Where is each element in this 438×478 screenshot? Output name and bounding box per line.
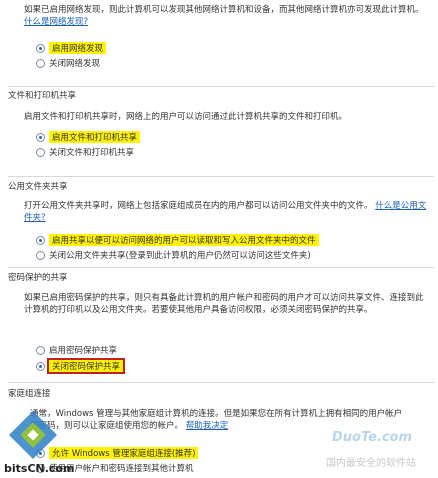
section-title-file-printer: 文件和打印机共享 bbox=[8, 91, 77, 101]
duote-watermark: DuoTe.com 国内最安全的软件站 bbox=[318, 408, 438, 478]
radio-enable-password-sharing[interactable]: 启用密码保护共享 bbox=[36, 344, 117, 356]
homegroup-help-link[interactable]: 帮助我决定 bbox=[186, 421, 229, 431]
bitscn-text: bitsCN.com bbox=[4, 462, 75, 475]
radio-selected-icon bbox=[36, 361, 45, 371]
radio-disable-password-sharing[interactable]: 关闭密码保护共享 bbox=[36, 358, 126, 374]
section-title-homegroup: 家庭组连接 bbox=[8, 389, 51, 399]
bitscn-logo-icon bbox=[8, 410, 58, 460]
radio-selected-icon bbox=[36, 235, 45, 245]
radio-unselected-icon bbox=[36, 250, 45, 260]
radio-selected-icon bbox=[36, 132, 45, 142]
duote-text: DuoTe.com bbox=[332, 430, 413, 445]
file-printer-description: 启用文件和打印机共享时，网络上的用户可以访问通过此计算机共享的文件和打印机。 bbox=[24, 112, 348, 122]
network-discovery-help-link[interactable]: 什么是网络发现? bbox=[24, 17, 88, 27]
network-discovery-description: 如果已启用网络发现，则此计算机可以发现其他网络计算机和设备，而其他网络计算机亦可… bbox=[24, 5, 424, 27]
duote-subtitle: 国内最安全的软件站 bbox=[326, 458, 416, 469]
radio-disable-public-folder[interactable]: 关闭公用文件夹共享(登录到此计算机的用户仍然可以访问这些文件夹) bbox=[36, 249, 311, 261]
radio-unselected-icon bbox=[36, 147, 45, 157]
section-divider bbox=[8, 267, 434, 268]
radio-enable-network-discovery[interactable]: 启用网络发现 bbox=[36, 42, 107, 54]
section-divider bbox=[8, 382, 434, 383]
section-title-password-sharing: 密码保护的共享 bbox=[8, 273, 68, 283]
radio-unselected-icon bbox=[36, 345, 45, 355]
radio-unselected-icon bbox=[36, 58, 45, 68]
password-sharing-description: 如果已启用密码保护的共享，则只有具备此计算机的用户帐户和密码的用户才可以访问共享… bbox=[24, 293, 424, 315]
radio-enable-public-folder[interactable]: 启用共享以便可以访问网络的用户可以读取和写入公用文件夹中的文件 bbox=[36, 234, 319, 246]
radio-selected-icon bbox=[36, 43, 45, 53]
section-divider bbox=[8, 86, 434, 87]
radio-disable-network-discovery[interactable]: 关闭网络发现 bbox=[36, 57, 100, 69]
radio-disable-file-printer[interactable]: 关闭文件和打印机共享 bbox=[36, 146, 134, 158]
section-title-public-folder: 公用文件夹共享 bbox=[8, 182, 68, 192]
public-folder-description: 打开公用文件夹共享时，网络上包括家庭组成员在内的用户都可以访问公用文件夹中的文件… bbox=[24, 201, 427, 223]
radio-enable-file-printer[interactable]: 启用文件和打印机共享 bbox=[36, 131, 141, 143]
section-divider bbox=[8, 176, 434, 177]
bitscn-watermark: bitsCN.com bbox=[0, 408, 90, 478]
